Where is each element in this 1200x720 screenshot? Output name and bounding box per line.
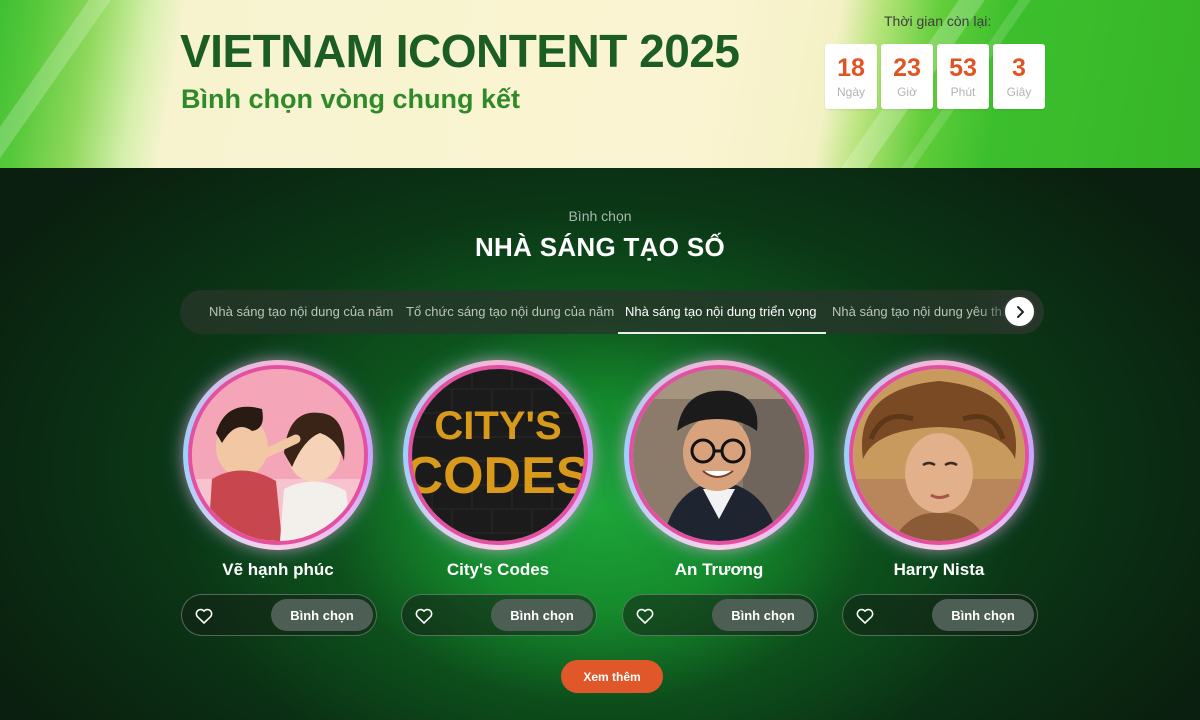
countdown-minutes: 53 Phút <box>937 44 989 109</box>
countdown-value: 53 <box>949 54 977 82</box>
active-tab-indicator <box>618 332 826 334</box>
avatar-ring <box>183 360 373 550</box>
candidate-name: City's Codes <box>446 560 550 579</box>
avatar[interactable] <box>629 365 809 545</box>
see-more-button[interactable]: Xem thêm <box>561 660 663 693</box>
header-banner: VIETNAM ICONTENT 2025 Bình chọn vòng chu… <box>0 0 1200 168</box>
channel-logo-image: CITY'S CODES <box>412 369 584 541</box>
countdown-unit: Phút <box>950 85 976 99</box>
vote-control: Bình chọn <box>622 594 818 636</box>
heart-icon[interactable] <box>414 606 434 626</box>
countdown-value: 18 <box>837 54 865 82</box>
countdown-value: 23 <box>893 54 921 82</box>
vote-button[interactable]: Bình chọn <box>271 599 373 631</box>
heart-icon[interactable] <box>194 606 214 626</box>
category-tabs: Nhà sáng tạo nội dung của năm Tổ chức sá… <box>180 290 1044 334</box>
vote-control: Bình chọn <box>842 594 1038 636</box>
vote-button[interactable]: Bình chọn <box>491 599 593 631</box>
countdown-label: Thời gian còn lại: <box>884 13 992 29</box>
heart-icon[interactable] <box>855 606 875 626</box>
section-title: NHÀ SÁNG TẠO SỐ <box>474 232 726 262</box>
vote-control: Bình chọn <box>181 594 377 636</box>
heart-icon[interactable] <box>635 606 655 626</box>
tab-promising-creator[interactable]: Nhà sáng tạo nội dung triển vọng <box>625 290 817 334</box>
tab-creator-of-year[interactable]: Nhà sáng tạo nội dung của năm <box>209 290 393 334</box>
chevron-right-icon <box>1016 305 1024 318</box>
avatar[interactable] <box>849 365 1029 545</box>
tab-organization-of-year[interactable]: Tổ chức sáng tạo nội dung của năm <box>406 290 614 334</box>
candidate-card: An Trương Bình chọn <box>619 358 819 648</box>
vote-button[interactable]: Bình chọn <box>932 599 1034 631</box>
countdown-seconds: 3 Giây <box>993 44 1045 109</box>
avatar-ring <box>624 360 814 550</box>
countdown-days: 18 Ngày <box>825 44 877 109</box>
vote-control: Bình chọn <box>401 594 597 636</box>
candidate-card: Harry Nista Bình chọn <box>839 358 1039 648</box>
avatar-ring: CITY'S CODES <box>403 360 593 550</box>
countdown: 18 Ngày 23 Giờ 53 Phút 3 Giây <box>825 44 1045 109</box>
countdown-unit: Giây <box>1006 85 1032 99</box>
decorative-streak <box>0 0 111 168</box>
avatar-image <box>192 369 364 541</box>
logo-text-line1: CITY'S <box>434 404 561 448</box>
avatar-ring <box>844 360 1034 550</box>
countdown-value: 3 <box>1012 54 1026 82</box>
countdown-hours: 23 Giờ <box>881 44 933 109</box>
candidate-name: An Trương <box>674 560 764 579</box>
section-kicker: Bình chọn <box>568 208 632 224</box>
vote-button[interactable]: Bình chọn <box>712 599 814 631</box>
countdown-unit: Giờ <box>897 85 917 99</box>
voting-section: Bình chọn NHÀ SÁNG TẠO SỐ Nhà sáng tạo n… <box>0 168 1200 720</box>
candidate-card: Vẽ hạnh phúc Bình chọn <box>178 358 378 648</box>
avatar[interactable] <box>188 365 368 545</box>
avatar-image <box>633 369 805 541</box>
candidate-name: Vẽ hạnh phúc <box>222 560 334 579</box>
avatar[interactable]: CITY'S CODES <box>408 365 588 545</box>
tabs-next-button[interactable] <box>1003 295 1036 328</box>
avatar-image <box>853 369 1025 541</box>
page-subtitle: Bình chọn vòng chung kết <box>181 84 520 114</box>
candidate-card: CITY'S CODES City's Codes Bình chọn <box>398 358 598 648</box>
tabs-track: Nhà sáng tạo nội dung của năm Tổ chức sá… <box>180 290 1044 334</box>
logo-text-line2: CODES <box>412 447 584 505</box>
page-title: VIETNAM ICONTENT 2025 <box>180 25 740 77</box>
candidate-name: Harry Nista <box>893 560 985 579</box>
countdown-unit: Ngày <box>836 85 865 99</box>
